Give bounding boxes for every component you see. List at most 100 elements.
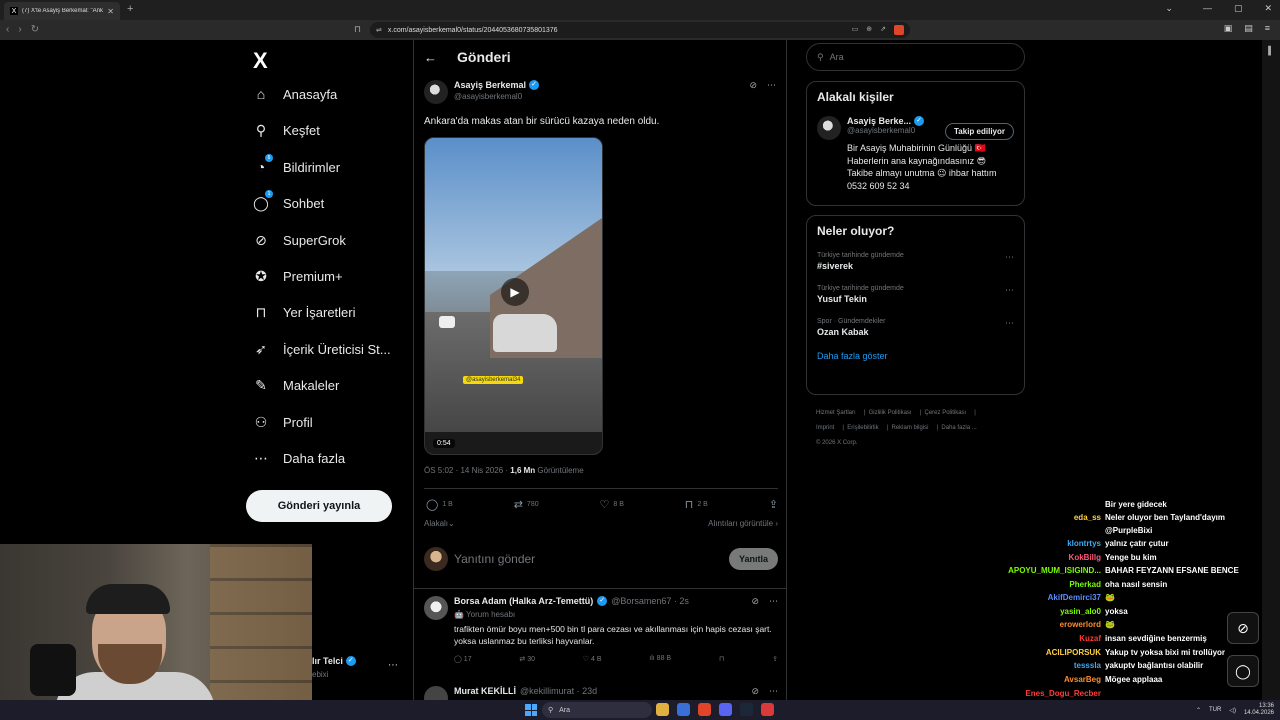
more-options-icon[interactable]: ⋯ — [767, 80, 776, 91]
footer-link[interactable]: Daha fazla ... — [941, 425, 976, 431]
avatar[interactable] — [424, 80, 448, 104]
tray-chevron-icon[interactable]: ⌃ — [1196, 707, 1201, 714]
like-button[interactable]: ♡ 8 B — [599, 498, 623, 511]
screen-icon[interactable]: ▭ — [852, 25, 859, 35]
grok-icon[interactable]: ⊘ — [751, 596, 759, 607]
sidebar-item-creator-studio[interactable]: ➶ İçerik Üreticisi St... — [253, 341, 391, 357]
sidebar-item-chat[interactable]: ◯ 1 Sohbet — [253, 190, 324, 211]
footer-link[interactable]: Reklam bilgisi — [892, 425, 929, 431]
scrollbar[interactable]: ▌ — [1268, 46, 1274, 55]
grok-float-button[interactable]: ⊘ — [1227, 612, 1259, 644]
related-dropdown[interactable]: Alakalı⌄ — [424, 519, 455, 528]
site-info-icon[interactable]: ⇌ — [376, 26, 382, 34]
account-switcher[interactable]: lır Telci ✓ ebixi ⋯ — [312, 650, 408, 680]
reload-icon[interactable]: ↻ — [31, 24, 39, 35]
bookmark-button[interactable]: ⊓ — [719, 655, 724, 663]
footer-link[interactable]: Hizmet Şartları — [816, 410, 856, 416]
reply-item[interactable]: ⊘ ⋯ Murat KEKİLLİ @kekillimurat · 23d — [424, 686, 778, 700]
tweet-time[interactable]: ÖS 5:02 · 14 Nis 2026 · — [424, 466, 510, 475]
reply-author-name[interactable]: Borsa Adam (Halka Arz-Temettü) — [454, 596, 593, 606]
sidebar-item-supergrok[interactable]: ⊘ SuperGrok — [253, 232, 346, 248]
discord-icon[interactable] — [719, 703, 732, 716]
volume-icon[interactable]: ◁) — [1229, 707, 1236, 714]
more-options-icon[interactable]: ⋯ — [388, 660, 398, 671]
trend-item[interactable]: Türkiye tarihinde gündemde Yusuf Tekin ⋯ — [817, 285, 1014, 304]
retweet-button[interactable]: ⇄ 30 — [519, 655, 535, 663]
more-options-icon[interactable]: ⋯ — [1005, 318, 1014, 329]
reply-input[interactable]: Yanıtını gönder — [454, 552, 723, 566]
zoom-icon[interactable]: ⊕ — [866, 25, 872, 35]
sidebar-toggle-icon[interactable]: ▣ — [1224, 23, 1233, 34]
browser-tab[interactable]: X (7) X'te Asayiş Berkemal: "Ankar... ✕ — [4, 2, 120, 20]
footer-link[interactable]: Çerez Politikası — [925, 410, 967, 416]
sidebar-item-premium[interactable]: ✪ Premium+ — [253, 268, 342, 284]
reply-button[interactable]: ◯ 1 B — [426, 498, 453, 511]
reply-submit-button[interactable]: Yanıtla — [728, 548, 778, 570]
clock[interactable]: 13:36 14.04.2026 — [1244, 703, 1274, 717]
tweet-video[interactable]: ▶ @asayisberkemal34 0:54 — [424, 137, 603, 455]
view-quotes-link[interactable]: Alıntıları görüntüle › — [708, 519, 778, 528]
author-handle[interactable]: @asayisberkemal0 — [454, 92, 539, 101]
play-icon[interactable]: ▶ — [501, 278, 529, 306]
reply-button[interactable]: ◯ 17 — [454, 655, 472, 663]
tab-list-icon[interactable]: ⌄ — [1165, 3, 1173, 14]
brave-shield-icon[interactable] — [894, 25, 904, 35]
x-logo-icon[interactable]: X — [253, 48, 268, 74]
author-name-row[interactable]: Asayiş Berkemal ✓ — [454, 80, 540, 90]
retweet-button[interactable]: ⇄ 780 — [514, 498, 539, 511]
more-options-icon[interactable]: ⋯ — [1005, 285, 1014, 296]
language-indicator[interactable]: TUR — [1209, 707, 1221, 713]
maximize-icon[interactable]: ▢ — [1234, 3, 1243, 14]
more-options-icon[interactable]: ⋯ — [769, 686, 778, 697]
grok-icon[interactable]: ⊘ — [749, 80, 757, 91]
sidebar-item-notifications[interactable]: ◔ 6 Bildirimler — [253, 154, 340, 175]
taskbar-search[interactable]: ⚲ Ara — [542, 702, 652, 718]
grok-icon[interactable]: ⊘ — [751, 686, 759, 697]
file-explorer-icon[interactable] — [656, 703, 669, 716]
footer-link[interactable]: Erişilebilirlik — [847, 425, 878, 431]
close-window-icon[interactable]: ✕ — [1264, 3, 1272, 14]
related-handle[interactable]: @asayisberkemal0 — [847, 126, 924, 135]
more-options-icon[interactable]: ⋯ — [1005, 252, 1014, 263]
sidebar-item-explore[interactable]: ⚲ Keşfet — [253, 122, 320, 138]
url-field[interactable]: ⇌ x.com/asayisberkemal0/status/204405368… — [370, 22, 910, 38]
word-icon[interactable] — [677, 703, 690, 716]
trend-item[interactable]: Türkiye tarihinde gündemde #siverek ⋯ — [817, 252, 1014, 271]
close-tab-icon[interactable]: ✕ — [107, 7, 114, 16]
share-icon[interactable]: ⇗ — [880, 25, 886, 35]
views-button[interactable]: ılı 88 B — [649, 655, 671, 663]
minimize-icon[interactable]: — — [1203, 3, 1212, 14]
sidebar-item-articles[interactable]: ✎ Makaleler — [253, 377, 339, 393]
avatar[interactable] — [817, 116, 841, 140]
sidebar-item-profile[interactable]: ⚇ Profil — [253, 414, 313, 430]
share-button[interactable]: ⇪ — [769, 498, 778, 511]
reply-author-handle[interactable]: @kekillimurat · 23d — [520, 686, 597, 696]
brave-icon[interactable] — [698, 703, 711, 716]
obs-icon[interactable] — [761, 703, 774, 716]
start-icon[interactable] — [525, 704, 537, 716]
trend-item[interactable]: Spor · Gündemdekiler Ozan Kabak ⋯ — [817, 318, 1014, 337]
reply-author-name[interactable]: Murat KEKİLLİ — [454, 686, 516, 696]
following-button[interactable]: Takip ediliyor — [945, 123, 1014, 140]
footer-link[interactable]: Imprint — [816, 425, 834, 431]
post-button[interactable]: Gönderi yayınla — [246, 490, 392, 522]
reply-author-handle[interactable]: @Borsamen67 · 2s — [611, 596, 689, 606]
sidebar-item-home[interactable]: ⌂ Anasayfa — [253, 86, 337, 102]
messages-float-button[interactable]: ◯ — [1227, 655, 1259, 687]
search-input[interactable]: ⚲ Ara — [806, 43, 1025, 71]
footer-link[interactable]: Gizlilik Politikası — [869, 410, 912, 416]
forward-icon[interactable]: › — [18, 24, 21, 35]
bookmark-button[interactable]: ⊓ 2 B — [685, 498, 708, 511]
back-icon[interactable]: ‹ — [6, 24, 9, 35]
share-button[interactable]: ⇪ — [772, 655, 778, 663]
menu-icon[interactable]: ≡ — [1265, 23, 1270, 34]
sidebar-item-bookmarks[interactable]: ⊓ Yer İşaretleri — [253, 304, 356, 320]
more-options-icon[interactable]: ⋯ — [769, 596, 778, 607]
reply-item[interactable]: ⊘ ⋯ Borsa Adam (Halka Arz-Temettü) ✓ @Bo… — [424, 596, 778, 663]
new-tab-icon[interactable]: + — [127, 3, 133, 15]
show-more-link[interactable]: Daha fazla göster — [817, 351, 1014, 361]
back-arrow-icon[interactable]: ← — [424, 50, 437, 65]
like-button[interactable]: ♡ 4 B — [583, 655, 602, 663]
wallet-icon[interactable]: ▤ — [1244, 23, 1253, 34]
bookmark-page-icon[interactable]: ⊓ — [354, 24, 361, 35]
